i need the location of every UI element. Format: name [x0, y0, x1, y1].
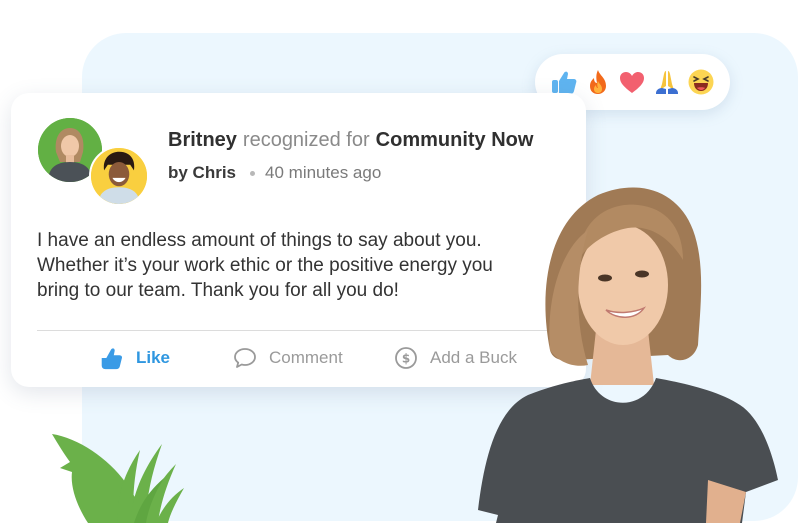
reaction-fire[interactable] [583, 67, 613, 97]
comment-label: Comment [269, 348, 343, 367]
recipient-name[interactable]: Britney [168, 129, 237, 151]
post-header: Britney recognized for Community Now [168, 129, 533, 152]
speech-bubble-icon [234, 348, 256, 368]
post-timestamp: 40 minutes ago [265, 163, 382, 182]
award-name[interactable]: Community Now [376, 129, 534, 151]
comment-button[interactable]: Comment [233, 343, 343, 373]
sender-name[interactable]: by Chris [168, 163, 236, 183]
separator-dot [250, 170, 256, 176]
plant-leaves-decoration [52, 434, 184, 523]
reaction-praying-hands[interactable] [652, 67, 682, 97]
smiling-woman-photo [478, 187, 778, 523]
recognized-for-text: recognized for [242, 129, 370, 151]
sender-avatar-photo [91, 148, 147, 204]
like-label: Like [136, 348, 171, 367]
like-button[interactable]: Like [98, 343, 170, 373]
sender-avatar[interactable] [89, 146, 149, 206]
thumbs-up-icon [101, 348, 123, 370]
reaction-heart[interactable] [617, 67, 647, 97]
fire-icon [590, 70, 607, 94]
post-meta: by Chris 40 minutes ago [168, 163, 381, 183]
heart-icon [620, 72, 645, 93]
thumbs-up-icon [552, 71, 577, 94]
praying-hands-icon [655, 71, 678, 94]
reaction-laughing-face[interactable] [686, 67, 716, 97]
svg-text:$: $ [402, 352, 410, 366]
dollar-coin-icon: $ [395, 347, 417, 369]
laughing-face-icon [688, 69, 714, 95]
